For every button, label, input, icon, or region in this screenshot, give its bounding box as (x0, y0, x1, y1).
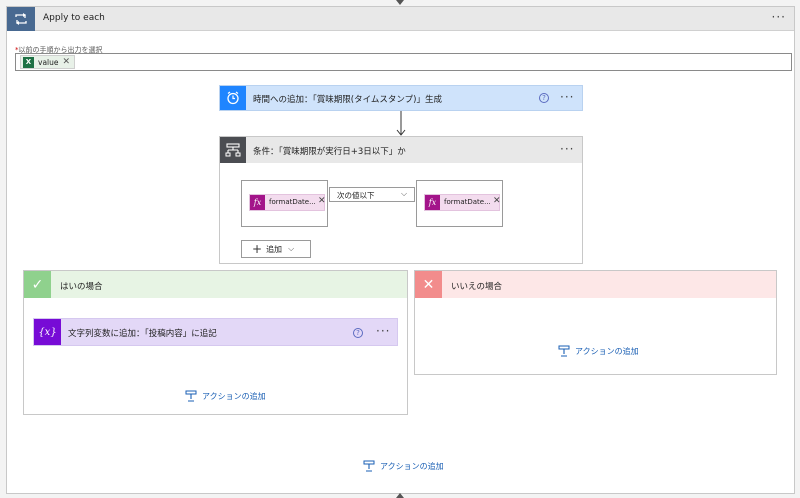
no-add-action-label: アクションの追加 (575, 346, 639, 356)
left-operand-field[interactable]: fx formatDate... ✕ (241, 180, 328, 227)
loop-add-action-button[interactable]: アクションの追加 (363, 460, 444, 472)
help-icon[interactable]: ? (539, 93, 549, 103)
flow-arrow (396, 111, 406, 136)
apply-more-menu[interactable]: ··· (772, 10, 786, 24)
add-condition-button[interactable]: + 追加 ⌵ (241, 240, 311, 258)
condition-card: 条件：「賞味期限が実行日+3日以下」か ··· fx formatDate...… (219, 136, 583, 264)
condition-title: 条件：「賞味期限が実行日+3日以下」か (253, 147, 406, 157)
add-to-time-title: 時間への追加：「賞味期限(タイムスタンプ)」生成 (253, 95, 442, 105)
clock-icon (220, 86, 246, 110)
chevron-down-icon: ⌵ (401, 189, 408, 198)
chevron-down-icon: ⌵ (288, 244, 295, 253)
operator-dropdown[interactable]: 次の値以下 ⌵ (329, 187, 415, 202)
right-expression-label: formatDate... (444, 198, 491, 206)
prev-output-field[interactable]: X value ✕ (15, 53, 792, 71)
left-expression-label: formatDate... (269, 198, 316, 206)
plus-icon: + (252, 242, 263, 256)
loop-add-action-label: アクションの追加 (380, 461, 444, 471)
remove-token-icon[interactable]: ✕ (318, 196, 326, 206)
condition-more-menu[interactable]: ··· (560, 142, 574, 156)
bottom-connector-arrow (396, 493, 404, 498)
add-action-icon (185, 390, 197, 402)
right-operand-field[interactable]: fx formatDate... ✕ (416, 180, 503, 227)
yes-branch: ✓ はいの場合 {x} 文字列変数に追加：「投稿内容」に追記 ? ··· アクシ… (23, 270, 408, 415)
add-action-icon (363, 460, 375, 472)
value-token-label: value (38, 57, 59, 67)
left-expression-token[interactable]: fx formatDate... ✕ (249, 194, 326, 211)
add-condition-label: 追加 (266, 244, 283, 254)
yes-branch-header[interactable]: ✓ はいの場合 (24, 271, 407, 298)
cross-icon: ✕ (415, 271, 442, 298)
no-branch-title: いいえの場合 (451, 282, 503, 292)
remove-token-icon[interactable]: ✕ (493, 196, 501, 206)
condition-header[interactable]: 条件：「賞味期限が実行日+3日以下」か ··· (220, 137, 582, 163)
time-more-menu[interactable]: ··· (560, 90, 574, 104)
value-token[interactable]: X value ✕ (20, 55, 76, 69)
remove-token-icon[interactable]: ✕ (63, 57, 71, 67)
yes-add-action-label: アクションの追加 (202, 391, 266, 401)
apply-to-each-card: Apply to each ··· *以前の手順から出力を選択 X value … (6, 6, 795, 494)
check-icon: ✓ (24, 271, 51, 298)
variable-icon: {x} (34, 319, 61, 345)
yes-add-action-button[interactable]: アクションの追加 (185, 390, 266, 402)
no-branch: ✕ いいえの場合 アクションの追加 (414, 270, 777, 375)
help-icon[interactable]: ? (353, 328, 363, 338)
right-expression-token[interactable]: fx formatDate... ✕ (424, 194, 501, 211)
variable-more-menu[interactable]: ··· (376, 324, 390, 338)
operator-value: 次の値以下 (337, 191, 375, 200)
condition-icon (220, 137, 246, 163)
excel-icon: X (23, 56, 34, 68)
no-branch-header[interactable]: ✕ いいえの場合 (415, 271, 776, 298)
apply-to-each-title: Apply to each (43, 13, 105, 23)
yes-branch-title: はいの場合 (60, 282, 103, 292)
append-variable-title: 文字列変数に追加：「投稿内容」に追記 (68, 329, 217, 339)
add-action-icon (558, 345, 570, 357)
apply-to-each-header[interactable]: Apply to each ··· (7, 7, 794, 31)
expression-icon: fx (250, 195, 265, 210)
append-variable-action[interactable]: {x} 文字列変数に追加：「投稿内容」に追記 ? ··· (33, 318, 398, 346)
expression-icon: fx (425, 195, 440, 210)
add-to-time-action[interactable]: 時間への追加：「賞味期限(タイムスタンプ)」生成 ? ··· (219, 85, 583, 111)
no-add-action-button[interactable]: アクションの追加 (558, 345, 639, 357)
loop-icon (7, 7, 35, 31)
